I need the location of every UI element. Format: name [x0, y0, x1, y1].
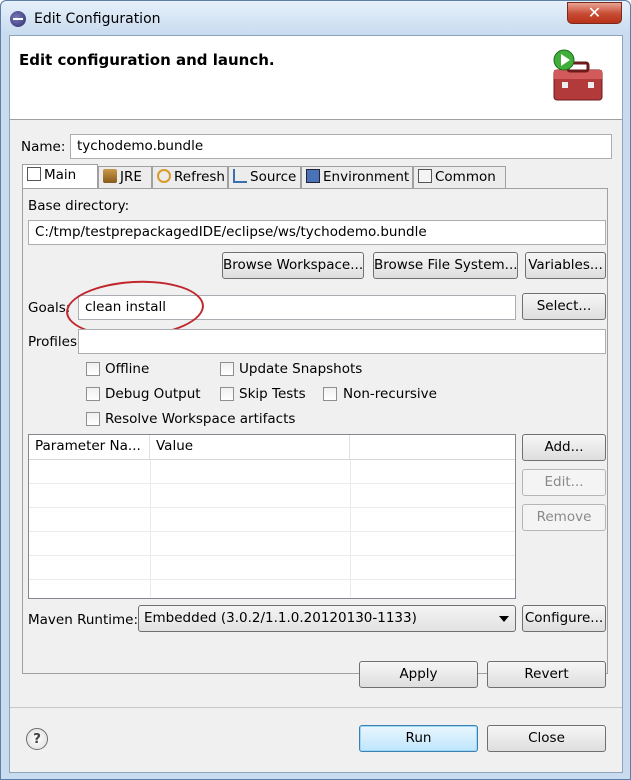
- update-snapshots-label: Update Snapshots: [239, 361, 363, 377]
- table-row[interactable]: [29, 580, 515, 598]
- update-snapshots-checkbox[interactable]: [220, 362, 234, 376]
- edit-configuration-window: Edit Configuration ✕ Edit configuration …: [0, 0, 631, 780]
- tab-environment-label: Environment: [323, 169, 410, 185]
- base-directory-label: Base directory:: [28, 198, 130, 214]
- column-header-value[interactable]: Value: [150, 435, 350, 460]
- source-icon: [233, 169, 247, 183]
- toolbox-run-icon: [553, 49, 603, 101]
- common-icon: [418, 169, 432, 183]
- run-button[interactable]: Run: [359, 725, 478, 752]
- browse-file-system-button[interactable]: Browse File System...: [373, 252, 518, 279]
- revert-button[interactable]: Revert: [487, 661, 606, 688]
- goals-label: Goals:: [28, 300, 71, 316]
- select-goals-button[interactable]: Select...: [522, 293, 606, 320]
- column-divider: [350, 460, 351, 598]
- tab-main-label: Main: [44, 167, 77, 183]
- debug-output-checkbox[interactable]: [86, 387, 100, 401]
- chevron-down-icon: [499, 616, 509, 622]
- tab-jre-label: JRE: [120, 169, 142, 185]
- title-bar: Edit Configuration ✕: [1, 1, 630, 35]
- environment-icon: [306, 169, 320, 183]
- table-row[interactable]: [29, 532, 515, 556]
- button-bar-separator: [10, 707, 622, 708]
- column-divider: [150, 460, 151, 598]
- offline-label: Offline: [105, 361, 150, 377]
- table-row[interactable]: [29, 556, 515, 580]
- table-row[interactable]: [29, 460, 515, 484]
- variables-button[interactable]: Variables...: [525, 252, 606, 279]
- column-header-empty: [350, 435, 515, 460]
- column-header-parameter-name[interactable]: Parameter Na...: [29, 435, 150, 460]
- maven-runtime-value: Embedded (3.0.2/1.1.0.20120130-1133): [144, 610, 417, 626]
- parameters-table[interactable]: Parameter Na... Value: [28, 434, 516, 599]
- dialog-client-area: Edit configuration and launch. Name: tyc…: [9, 35, 623, 773]
- name-label: Name:: [21, 139, 66, 155]
- jre-icon: [103, 169, 117, 183]
- skip-tests-checkbox[interactable]: [220, 387, 234, 401]
- close-button[interactable]: Close: [487, 725, 606, 752]
- apply-button[interactable]: Apply: [359, 661, 478, 688]
- header-title: Edit configuration and launch.: [19, 51, 275, 69]
- table-row[interactable]: [29, 484, 515, 508]
- edit-parameter-button[interactable]: Edit...: [522, 469, 606, 496]
- maven-runtime-select[interactable]: Embedded (3.0.2/1.1.0.20120130-1133): [138, 605, 516, 632]
- tab-refresh-label: Refresh: [174, 169, 225, 185]
- name-field[interactable]: tychodemo.bundle: [70, 134, 612, 159]
- browse-workspace-button[interactable]: Browse Workspace...: [222, 252, 364, 279]
- tab-source-label: Source: [250, 169, 297, 185]
- main-tab-icon: [27, 167, 41, 181]
- resolve-workspace-label: Resolve Workspace artifacts: [105, 411, 296, 427]
- help-icon[interactable]: ?: [26, 728, 48, 750]
- table-row[interactable]: [29, 508, 515, 532]
- tab-common-label: Common: [435, 169, 496, 185]
- add-parameter-button[interactable]: Add...: [522, 434, 606, 461]
- tab-refresh[interactable]: Refresh: [152, 166, 228, 188]
- profiles-field[interactable]: [78, 329, 606, 354]
- tab-main[interactable]: Main: [22, 164, 98, 189]
- resolve-workspace-checkbox[interactable]: [86, 412, 100, 426]
- offline-checkbox[interactable]: [86, 362, 100, 376]
- configure-runtime-button[interactable]: Configure...: [522, 605, 606, 632]
- remove-parameter-button[interactable]: Remove: [522, 504, 606, 531]
- non-recursive-checkbox[interactable]: [323, 387, 337, 401]
- dialog-header: Edit configuration and launch.: [10, 36, 622, 120]
- tab-source[interactable]: Source: [228, 166, 301, 188]
- debug-output-label: Debug Output: [105, 386, 201, 402]
- maven-runtime-label: Maven Runtime:: [28, 612, 138, 628]
- close-window-button[interactable]: ✕: [567, 2, 622, 24]
- eclipse-icon: [10, 11, 26, 27]
- profiles-label: Profiles:: [28, 334, 82, 350]
- base-directory-field[interactable]: C:/tmp/testprepackagedIDE/eclipse/ws/tyc…: [28, 220, 606, 245]
- tab-jre[interactable]: JRE: [98, 166, 152, 188]
- tab-environment[interactable]: Environment: [301, 166, 413, 188]
- non-recursive-label: Non-recursive: [343, 386, 437, 402]
- tab-common[interactable]: Common: [413, 166, 506, 188]
- window-title: Edit Configuration: [34, 11, 161, 27]
- refresh-icon: [157, 169, 171, 183]
- skip-tests-label: Skip Tests: [239, 386, 306, 402]
